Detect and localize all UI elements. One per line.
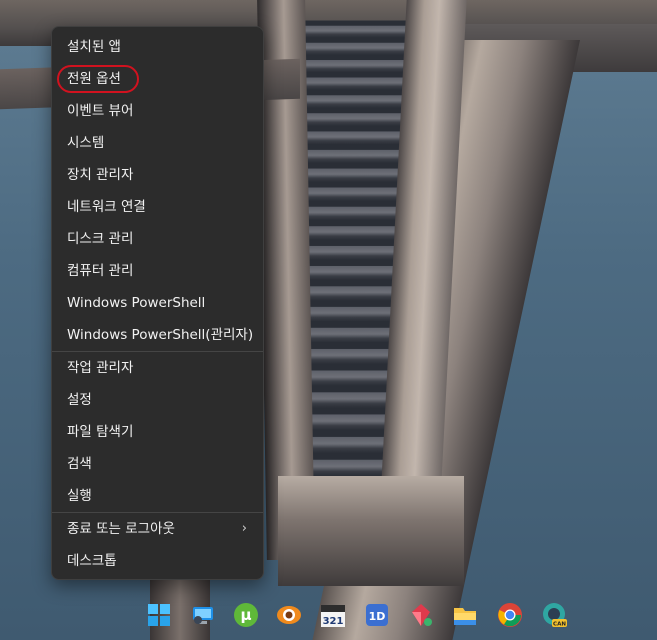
menu-item-search[interactable]: 검색 bbox=[52, 448, 263, 480]
utorrent-glyph: µ bbox=[240, 606, 251, 624]
menu-item-label: 장치 관리자 bbox=[67, 167, 134, 183]
menu-item-label: 설정 bbox=[67, 392, 92, 408]
edge-canary-badge: CAN bbox=[553, 622, 566, 628]
menu-item-label: 파일 탐색기 bbox=[67, 424, 134, 440]
menu-item-device-manager[interactable]: 장치 관리자 bbox=[52, 159, 263, 191]
start-icon[interactable] bbox=[144, 600, 174, 630]
menu-item-settings[interactable]: 설정 bbox=[52, 384, 263, 416]
menu-item-event-viewer[interactable]: 이벤트 뷰어 bbox=[52, 95, 263, 127]
menu-item-powershell[interactable]: Windows PowerShell bbox=[52, 287, 263, 319]
menu-item-label: 디스크 관리 bbox=[67, 231, 134, 247]
menu-item-run[interactable]: 실행 bbox=[52, 480, 263, 512]
menu-item-disk-management[interactable]: 디스크 관리 bbox=[52, 223, 263, 255]
menu-item-label: 데스크톱 bbox=[67, 553, 117, 569]
menu-item-powershell-admin[interactable]: Windows PowerShell(관리자) bbox=[52, 319, 263, 351]
wallpaper-base bbox=[278, 476, 464, 586]
file-explorer-icon[interactable] bbox=[450, 600, 480, 630]
menu-item-label: 이벤트 뷰어 bbox=[67, 103, 134, 119]
menu-item-shutdown-signout[interactable]: 종료 또는 로그아웃 › bbox=[52, 513, 263, 545]
media-player-text: 1D bbox=[369, 610, 386, 623]
menu-item-computer-management[interactable]: 컴퓨터 관리 bbox=[52, 255, 263, 287]
menu-item-file-explorer[interactable]: 파일 탐색기 bbox=[52, 416, 263, 448]
menu-item-network-connections[interactable]: 네트워크 연결 bbox=[52, 191, 263, 223]
calendar-321-icon[interactable]: 321 bbox=[318, 600, 348, 630]
utorrent-icon[interactable]: µ bbox=[231, 600, 261, 630]
media-player-icon[interactable]: 1D bbox=[362, 600, 392, 630]
menu-item-label: 네트워크 연결 bbox=[67, 199, 146, 215]
menu-item-system[interactable]: 시스템 bbox=[52, 127, 263, 159]
menu-item-label: 시스템 bbox=[67, 135, 105, 151]
remote-desktop-icon[interactable] bbox=[188, 600, 218, 630]
chrome-icon[interactable] bbox=[495, 600, 525, 630]
menu-item-label: 설치된 앱 bbox=[67, 39, 121, 55]
calendar-text: 321 bbox=[323, 616, 344, 627]
menu-item-label: 검색 bbox=[67, 456, 92, 472]
chevron-right-icon: › bbox=[241, 521, 247, 536]
menu-item-label: 종료 또는 로그아웃 bbox=[67, 521, 175, 537]
menu-item-installed-apps[interactable]: 설치된 앱 bbox=[52, 31, 263, 63]
menu-item-task-manager[interactable]: 작업 관리자 bbox=[52, 352, 263, 384]
menu-item-label: 컴퓨터 관리 bbox=[67, 263, 134, 279]
menu-item-label: 실행 bbox=[67, 488, 92, 504]
eye-app-icon[interactable] bbox=[274, 600, 304, 630]
menu-item-label: Windows PowerShell bbox=[67, 295, 206, 311]
gem-app-icon[interactable] bbox=[406, 600, 436, 630]
menu-item-label: 작업 관리자 bbox=[67, 360, 134, 376]
highlight-ring bbox=[57, 65, 139, 93]
menu-item-label: Windows PowerShell(관리자) bbox=[67, 327, 254, 343]
edge-canary-icon[interactable]: CAN bbox=[540, 600, 570, 630]
winx-context-menu: 설치된 앱 전원 옵션 이벤트 뷰어 시스템 장치 관리자 네트워크 연결 디스… bbox=[51, 26, 264, 580]
menu-item-power-options[interactable]: 전원 옵션 bbox=[52, 63, 263, 95]
menu-item-desktop[interactable]: 데스크톱 bbox=[52, 545, 263, 577]
